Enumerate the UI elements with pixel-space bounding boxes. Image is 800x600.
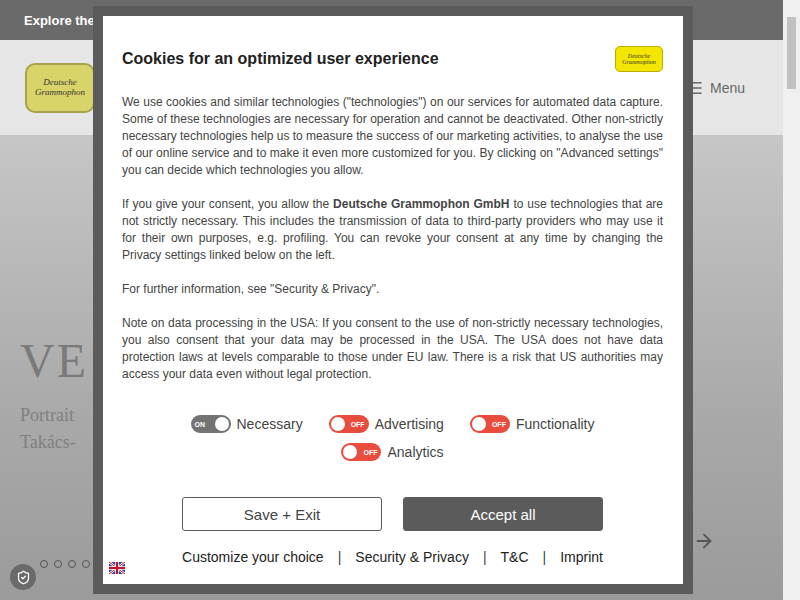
top-bar-text[interactable]: Explore the: [24, 13, 95, 28]
toggle-switch[interactable]: OFF: [329, 415, 369, 433]
arrow-right-icon: [693, 530, 715, 552]
scrollbar-thumb[interactable]: [787, 17, 796, 89]
toggle-switch[interactable]: OFF: [470, 415, 510, 433]
consent-toggle[interactable]: OFFAdvertising: [329, 415, 444, 433]
carousel-dot[interactable]: [40, 560, 48, 568]
dialog-links: Customize your choice | Security & Privacy…: [122, 549, 663, 565]
consent-toggle[interactable]: OFFFunctionality: [470, 415, 595, 433]
carousel-dot[interactable]: [68, 560, 76, 568]
shield-icon: [16, 570, 31, 585]
consent-toggle[interactable]: ONNecessary: [191, 415, 303, 433]
carousel-dot[interactable]: [54, 560, 62, 568]
consent-toggle[interactable]: OFFAnalytics: [341, 443, 443, 461]
dialog-link[interactable]: Customize your choice: [182, 549, 324, 565]
dialog-link[interactable]: Imprint: [560, 549, 603, 565]
link-separator: |: [543, 549, 547, 565]
toggle-switch[interactable]: OFF: [341, 443, 381, 461]
link-separator: |: [483, 549, 487, 565]
toggle-switch[interactable]: ON: [191, 415, 231, 433]
menu-button[interactable]: Menu: [686, 79, 745, 97]
logo[interactable]: DeutscheGrammophon: [25, 63, 95, 113]
link-separator: |: [338, 549, 342, 565]
scrollbar[interactable]: [783, 0, 800, 600]
dialog-link[interactable]: Security & Privacy: [355, 549, 469, 565]
dialog-paragraph: If you give your consent, you allow the …: [122, 196, 663, 264]
dialog-title: Cookies for an optimized user experience: [122, 50, 439, 68]
next-arrow[interactable]: [693, 530, 715, 556]
dialog-link[interactable]: T&C: [501, 549, 529, 565]
dialog-paragraph: We use cookies and similar technologies …: [122, 94, 663, 179]
consent-toggles: ONNecessary OFFAdvertising OFFFunctionalit…: [168, 415, 618, 461]
carousel-dots: [40, 560, 90, 568]
dialog-logo: DeutscheGrammophon: [615, 46, 663, 72]
language-selector[interactable]: [109, 560, 125, 578]
cookie-dialog: Cookies for an optimized user experience…: [93, 6, 693, 594]
dialog-paragraph: For further information, see "Security &…: [122, 281, 663, 298]
save-exit-button[interactable]: Save + Exit: [182, 497, 382, 531]
dialog-paragraph: Note on data processing in the USA: If y…: [122, 315, 663, 383]
uk-flag-icon: [109, 562, 125, 574]
carousel-dot[interactable]: [82, 560, 90, 568]
privacy-badge[interactable]: [10, 564, 36, 590]
accept-all-button[interactable]: Accept all: [403, 497, 603, 531]
page: Explore theDeutscheGrammophonMenuVEPortr…: [0, 0, 800, 600]
